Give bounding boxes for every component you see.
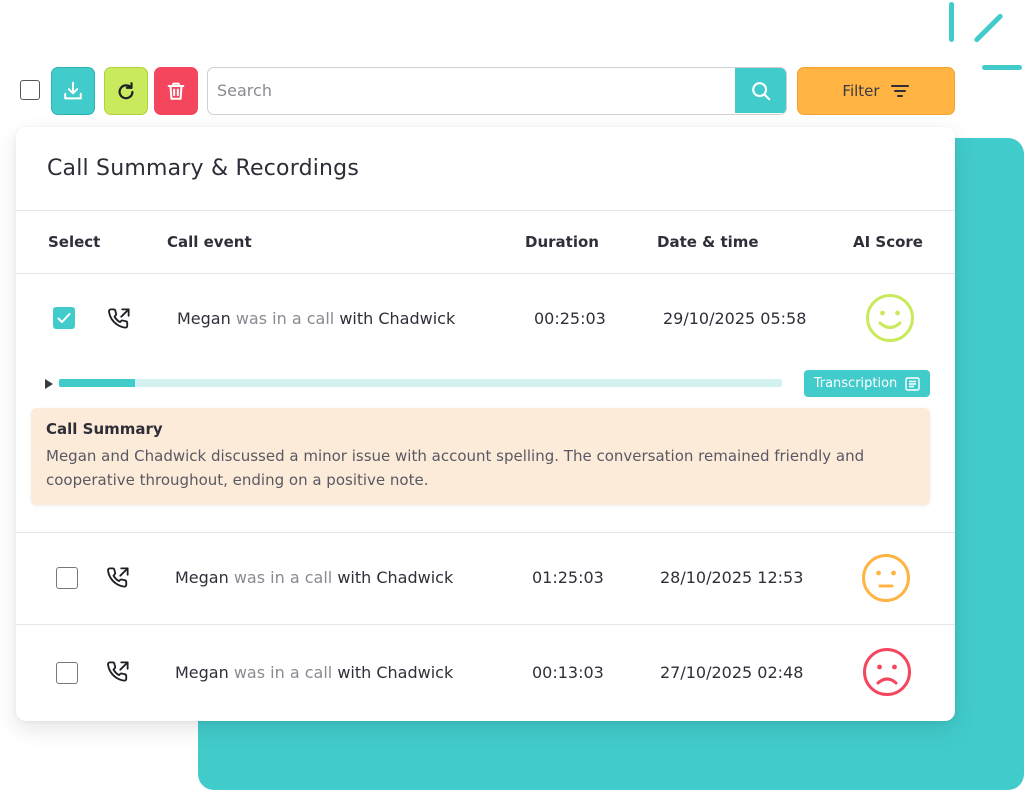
trash-icon [167,82,185,100]
call-summary-box: Call Summary Megan and Chadwick discusse… [31,408,930,505]
column-header-call-event: Call event [167,233,252,251]
decorative-accent-line [973,12,1004,44]
callee-name: with Chadwick [339,309,456,328]
search-icon [751,81,770,100]
refresh-icon [118,82,134,100]
call-duration: 01:25:03 [532,568,604,587]
delete-button[interactable] [154,67,198,115]
select-all-checkbox[interactable] [20,80,40,100]
filter-button[interactable]: Filter [797,67,955,115]
filter-icon [890,85,909,97]
call-event-text: Megan was in a call with Chadwick [175,663,453,682]
call-datetime: 28/10/2025 12:53 [660,568,804,587]
download-icon [64,81,82,100]
column-header-ai-score: AI Score [853,233,923,251]
divider [16,273,955,274]
call-summary-card: Call Summary & Recordings Select Call ev… [16,127,955,721]
search-button[interactable] [735,68,786,113]
page-title: Call Summary & Recordings [47,156,360,181]
download-button[interactable] [51,67,95,115]
row-checkbox[interactable] [56,567,78,589]
decorative-accent-line [949,2,954,42]
happy-face-icon [866,294,914,342]
document-icon [905,376,921,391]
call-datetime: 27/10/2025 02:48 [660,663,804,682]
outgoing-call-icon [108,308,130,329]
refresh-button[interactable] [104,67,148,115]
row-checkbox[interactable] [53,307,75,329]
call-verb: was in a call [235,309,335,328]
column-header-duration: Duration [525,233,599,251]
row-checkbox[interactable] [56,662,78,684]
call-duration: 00:13:03 [532,663,604,682]
play-button[interactable] [45,379,53,389]
summary-title: Call Summary [46,420,163,438]
callee-name: with Chadwick [337,663,454,682]
divider [16,624,955,625]
search-box [207,67,787,115]
transcription-button[interactable]: Transcription [804,370,930,397]
audio-progress-bar[interactable] [59,379,782,387]
sad-face-icon [863,648,911,696]
call-event-text: Megan was in a call with Chadwick [175,568,453,587]
caller-name: Megan [175,568,229,587]
filter-label: Filter [842,82,880,100]
caller-name: Megan [175,663,229,682]
transcription-label: Transcription [813,376,898,391]
summary-text: Megan and Chadwick discussed a minor iss… [46,447,865,489]
call-duration: 00:25:03 [534,309,606,328]
call-datetime: 29/10/2025 05:58 [663,309,807,328]
decorative-accent-line [982,65,1022,70]
checkmark-icon [57,313,71,323]
neutral-face-icon [862,554,910,602]
call-verb: was in a call [233,568,333,587]
call-verb: was in a call [233,663,333,682]
call-event-text: Megan was in a call with Chadwick [177,309,455,328]
outgoing-call-icon [107,567,129,588]
caller-name: Megan [177,309,231,328]
search-input[interactable] [208,68,736,113]
column-header-select: Select [48,233,101,251]
column-header-date-time: Date & time [657,233,759,251]
outgoing-call-icon [107,661,129,682]
divider [16,532,955,533]
callee-name: with Chadwick [337,568,454,587]
divider [16,210,955,211]
audio-progress-fill [59,379,135,387]
